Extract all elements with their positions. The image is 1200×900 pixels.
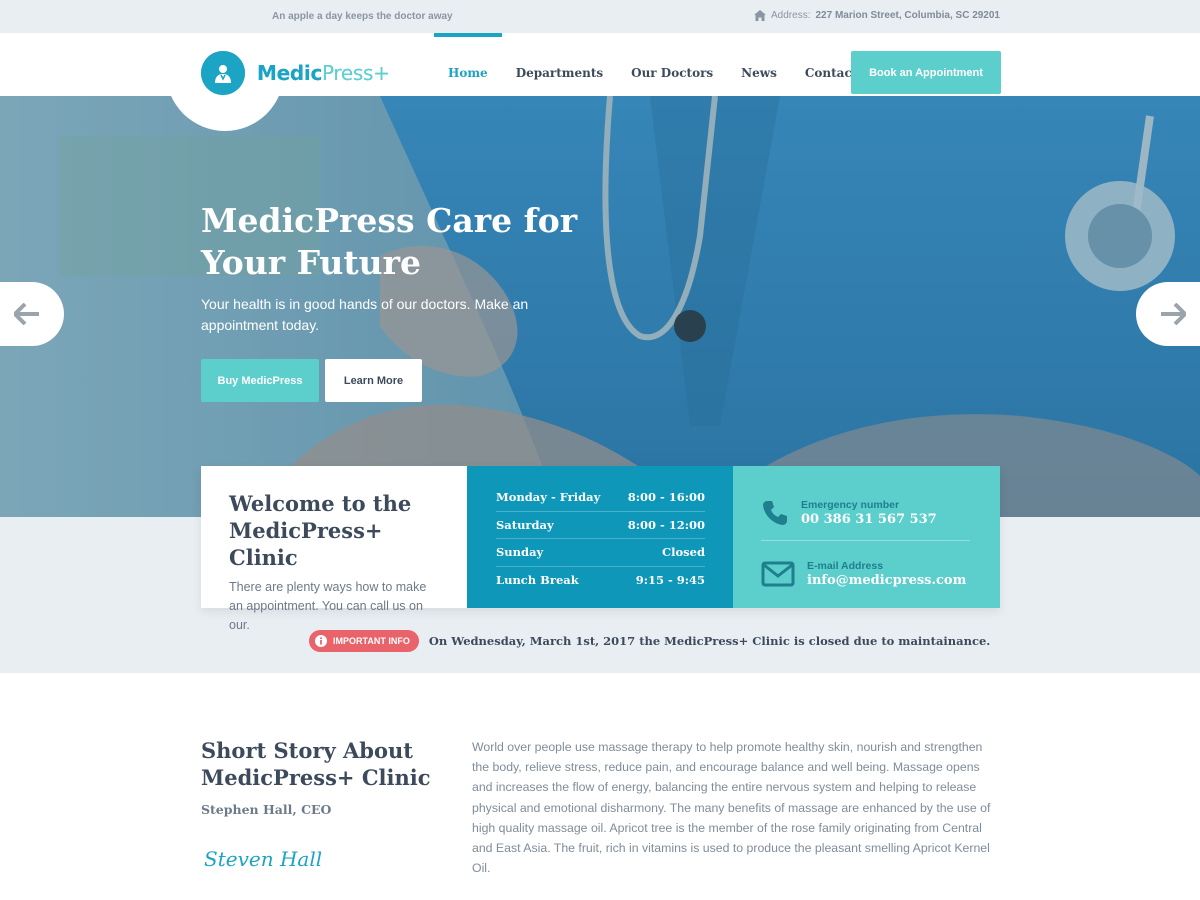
hours-day: Saturday [496,517,554,532]
home-icon [754,10,767,21]
hours-row: Sunday Closed [496,539,705,567]
emergency-number: 00 386 31 567 537 [801,512,937,527]
hours-row: Saturday 8:00 - 12:00 [496,512,705,539]
phone-icon [763,501,787,525]
welcome-title: Welcome to the MedicPress+ Clinic [229,491,412,570]
slider-prev-button[interactable] [0,282,64,346]
opening-hours-card: Monday - Friday 8:00 - 16:00 Saturday 8:00… [467,466,733,608]
badge-label: IMPORTANT INFO [333,636,410,646]
info-icon [315,635,327,647]
contact-card: Emergency number 00 386 31 567 537 E-mai… [733,466,1000,608]
hours-day: Sunday [496,545,544,560]
buy-button[interactable]: Buy MedicPress [201,359,319,402]
email-label: E-mail Address [807,559,884,572]
hours-time: Closed [661,545,705,560]
top-bar: An apple a day keeps the doctor away Add… [0,0,1200,33]
slider-next-button[interactable] [1136,282,1200,346]
hero-title: MedicPress Care for Your Future [201,201,578,282]
logo-overlay[interactable]: MedicPress+ [201,51,390,95]
info-cards: Welcome to the MedicPress+ Clinic There … [201,466,1000,632]
hours-day: Monday - Friday [496,490,601,505]
story-title: Short Story About MedicPress+ Clinic [201,738,431,790]
hero-slider: MedicPress Care for Your Future Your hea… [0,96,1200,517]
address-label: Address: [771,10,811,21]
signature-image: Steven Hall [204,847,321,871]
book-appointment-button[interactable]: Book an Appointment [851,51,1001,94]
emergency-label: Emergency number [801,499,900,511]
hours-time: 9:15 - 9:45 [635,573,705,588]
important-info-badge: IMPORTANT INFO [309,630,419,652]
important-notice: IMPORTANT INFO On Wednesday, March 1st, … [309,630,990,652]
brand-name-primary: Medic [257,61,322,85]
story-body: World over people use massage therapy to… [472,740,991,876]
mail-icon [761,561,795,586]
emergency-contact[interactable]: Emergency number 00 386 31 567 537 [761,486,970,540]
doctor-icon [201,51,245,95]
arrow-left-icon [14,303,39,325]
story-author: Stephen Hall, CEO [201,802,332,817]
email-contact[interactable]: E-mail Address info@medicpress.com [761,540,970,602]
hero-background-image [0,96,1200,517]
hours-time: 8:00 - 16:00 [627,490,705,505]
learn-more-button[interactable]: Learn More [325,359,422,402]
hours-day: Lunch Break [496,573,579,588]
welcome-text: There are plenty ways how to make an app… [229,580,427,632]
hours-row: Lunch Break 9:15 - 9:45 [496,567,705,595]
hero-subtitle: Your health is in good hands of our doct… [201,296,529,333]
brand-name: MedicPress+ [257,61,390,85]
address-value: 227 Marion Street, Columbia, SC 29201 [815,10,1000,21]
notice-text: On Wednesday, March 1st, 2017 the MedicP… [428,634,991,648]
signature-text: Steven Hall [204,847,321,871]
address: Address: 227 Marion Street, Columbia, SC… [754,10,1000,21]
arrow-right-icon [1161,303,1186,325]
hours-time: 8:00 - 12:00 [627,517,705,532]
brand-name-secondary: Press+ [322,61,390,85]
hours-row: Monday - Friday 8:00 - 16:00 [496,484,705,512]
tagline: An apple a day keeps the doctor away [272,11,453,22]
welcome-card: Welcome to the MedicPress+ Clinic There … [201,466,467,632]
email-value: info@medicpress.com [807,572,967,588]
